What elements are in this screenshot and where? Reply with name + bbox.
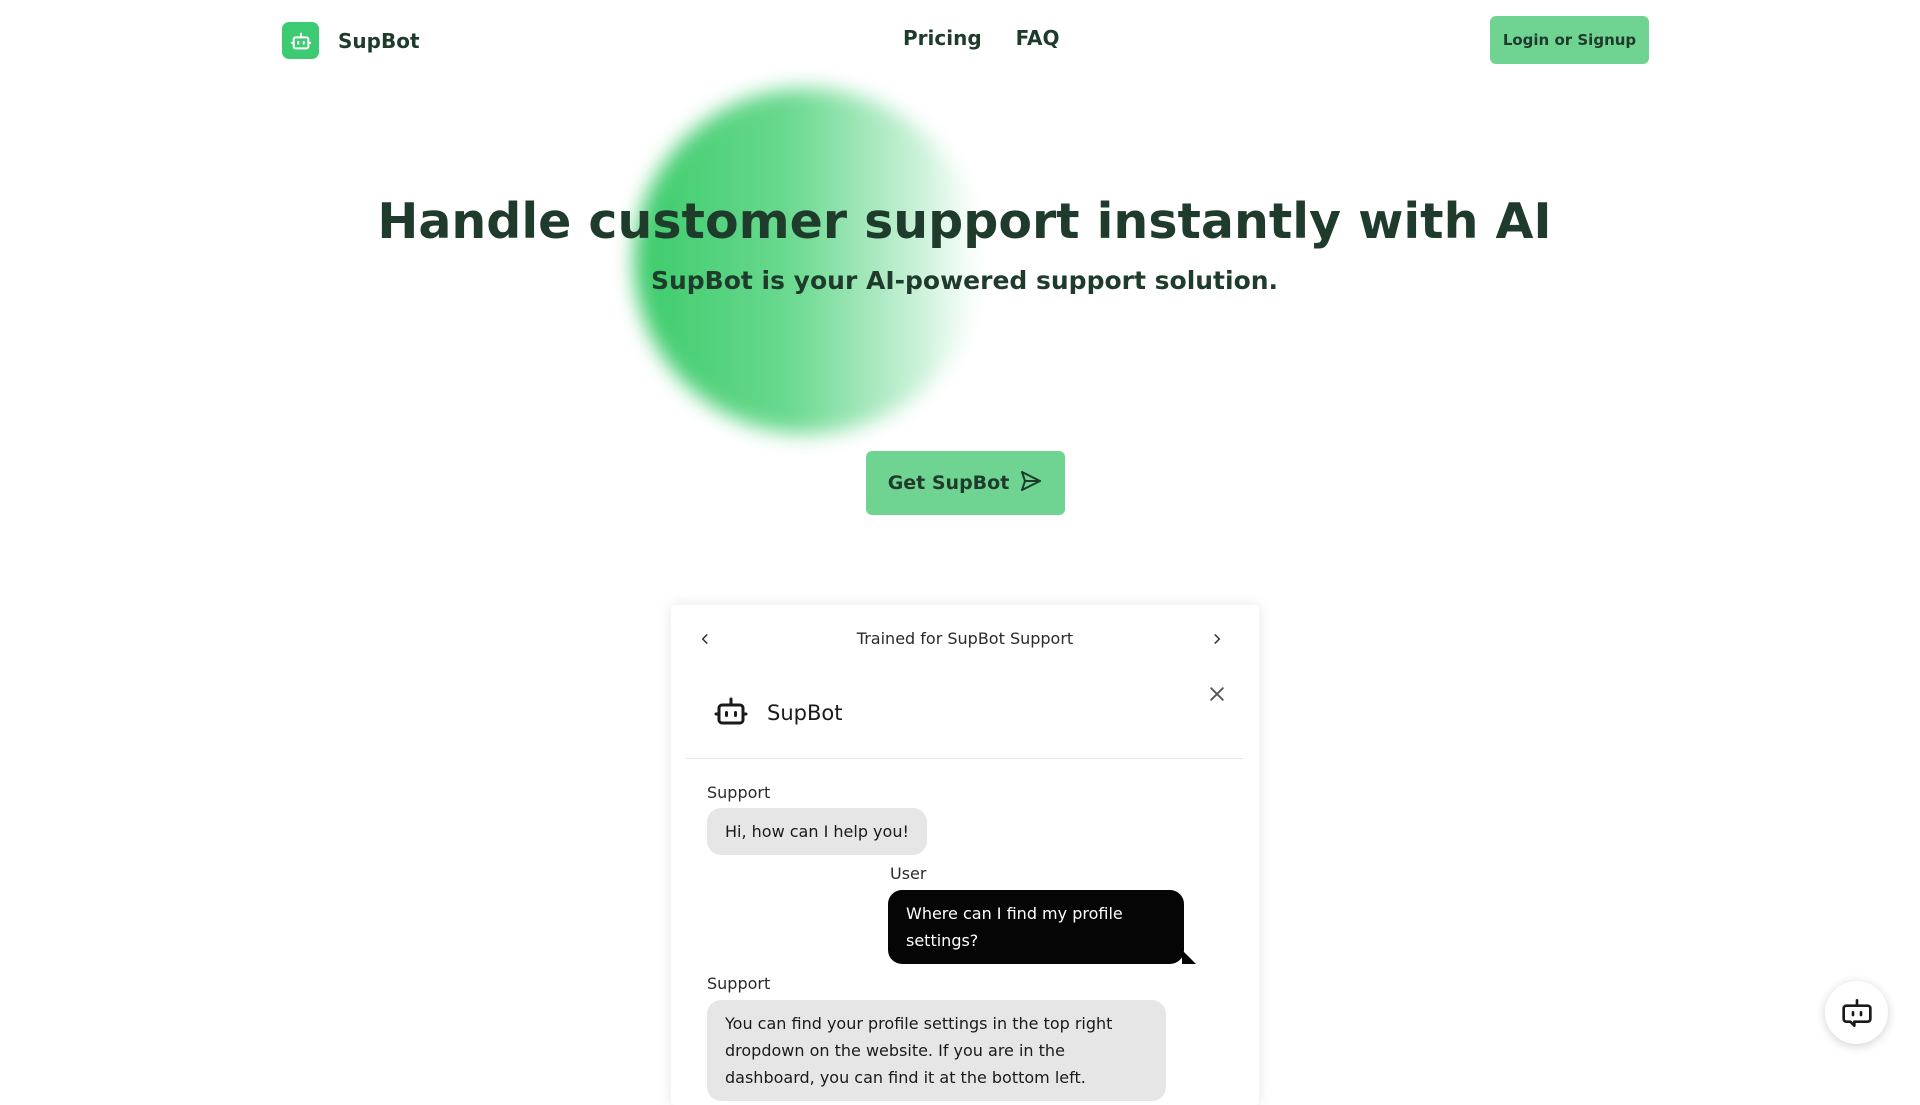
robot-icon <box>713 693 749 733</box>
chat-bot-icon <box>1841 995 1873 1031</box>
cta-label: Get SupBot <box>887 472 1010 494</box>
get-supbot-button[interactable]: Get SupBot <box>866 451 1065 515</box>
user-message: Where can I find my profile settings? <box>888 890 1196 964</box>
chat-demo-card: Trained for SupBot Support SupBot Suppor… <box>671 605 1259 1105</box>
brand[interactable]: SupBot <box>282 22 420 59</box>
carousel-title: Trained for SupBot Support <box>856 629 1074 648</box>
close-icon[interactable] <box>1205 682 1229 706</box>
message-sender: Support <box>707 783 771 802</box>
chevron-right-icon[interactable] <box>1205 627 1229 651</box>
brand-name: SupBot <box>338 28 420 53</box>
message-sender: User <box>890 864 927 883</box>
send-icon <box>1019 469 1043 498</box>
main-nav: Pricing FAQ <box>903 26 1060 50</box>
site-header: SupBot Pricing FAQ Login or Signup <box>0 0 1920 80</box>
divider <box>686 758 1243 759</box>
message-sender: Support <box>707 974 771 993</box>
nav-link-pricing[interactable]: Pricing <box>903 26 982 50</box>
support-message: You can find your profile settings in th… <box>707 1000 1166 1101</box>
widget-header: SupBot <box>713 693 842 733</box>
support-message: Hi, how can I help you! <box>707 808 927 855</box>
hero-subtitle: SupBot is your AI-powered support soluti… <box>650 266 1279 295</box>
chat-launcher-button[interactable] <box>1825 981 1888 1044</box>
robot-icon <box>282 22 319 59</box>
hero-title: Handle customer support instantly with A… <box>377 193 1552 250</box>
nav-link-faq[interactable]: FAQ <box>1016 26 1060 50</box>
widget-name: SupBot <box>767 701 843 725</box>
hero-gradient-blob <box>634 88 980 434</box>
login-signup-button[interactable]: Login or Signup <box>1490 16 1649 64</box>
